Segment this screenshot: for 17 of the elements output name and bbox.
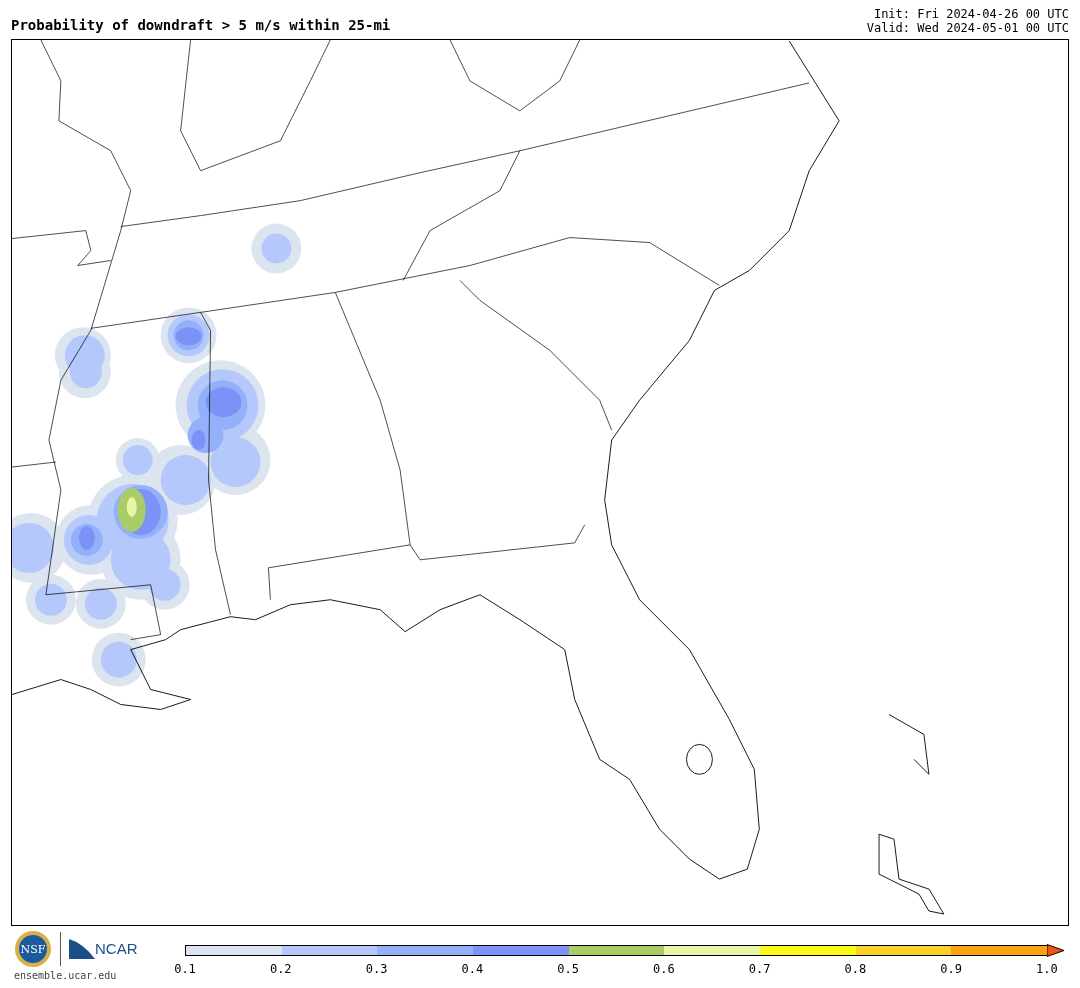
init-time: Init: Fri 2024-04-26 00 UTC [872,7,1069,21]
website-url: ensemble.ucar.edu [14,969,118,983]
nsf-logo-icon: NSF [14,930,52,968]
colorbar-tick-label: 0.1 [173,961,197,978]
colorbar-tick-label: 1.0 [1035,961,1059,978]
ncar-logo-icon [69,939,95,959]
valid-time: Valid: Wed 2024-05-01 00 UTC [866,21,1069,35]
colorbar-tick-label: 0.3 [364,961,389,978]
colorbar-tick-label: 0.4 [460,961,485,978]
colorbar-tick-label: 0.6 [652,961,676,978]
colorbar-tick-label: 0.8 [843,961,868,978]
colorbar-tick-label: 0.2 [268,961,293,978]
colorbar-tick-label: 0.5 [556,961,580,978]
colorbar-tick-label: 0.9 [939,961,963,978]
ncar-logo-text: NCAR [95,938,138,959]
chart-title: Probability of downdraft > 5 m/s within 25-mi [11,16,391,35]
colorbar-tick-label: 0.7 [747,961,772,978]
